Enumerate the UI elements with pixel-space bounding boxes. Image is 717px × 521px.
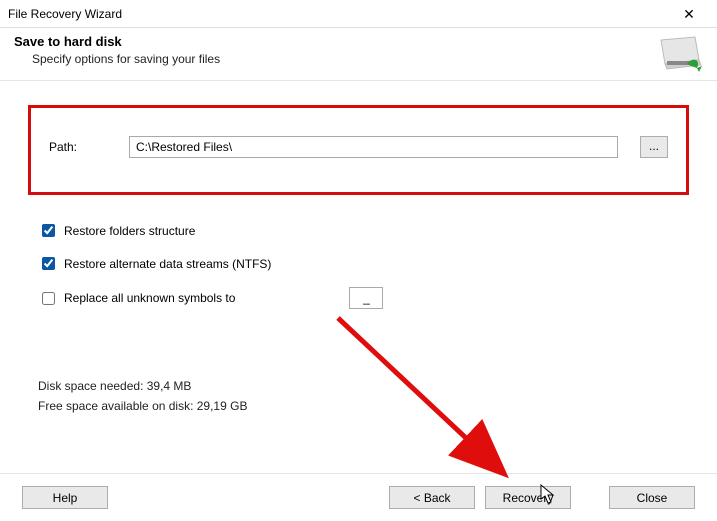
- restore-ads-label: Restore alternate data streams (NTFS): [64, 257, 271, 271]
- hdd-icon: [657, 34, 703, 75]
- recovery-button[interactable]: Recovery: [485, 486, 571, 509]
- page-title: Save to hard disk: [14, 34, 703, 49]
- path-highlight-box: Path: ...: [28, 105, 689, 195]
- path-label: Path:: [49, 140, 107, 154]
- options-group: Restore folders structure Restore altern…: [28, 195, 689, 331]
- path-input[interactable]: [129, 136, 618, 158]
- disk-space-needed: Disk space needed: 39,4 MB: [38, 379, 689, 393]
- close-icon[interactable]: ✕: [669, 1, 709, 27]
- disk-space-free: Free space available on disk: 29,19 GB: [38, 399, 689, 413]
- browse-button[interactable]: ...: [640, 136, 668, 158]
- restore-folders-row: Restore folders structure: [38, 221, 679, 240]
- replace-symbol-input[interactable]: [349, 287, 383, 309]
- close-button[interactable]: Close: [609, 486, 695, 509]
- titlebar: File Recovery Wizard ✕: [0, 0, 717, 28]
- restore-folders-label: Restore folders structure: [64, 224, 195, 238]
- footer-bar: Help < Back Recovery Close: [0, 473, 717, 521]
- restore-folders-checkbox[interactable]: [42, 224, 55, 237]
- help-button[interactable]: Help: [22, 486, 108, 509]
- restore-ads-row: Restore alternate data streams (NTFS): [38, 254, 679, 273]
- replace-symbols-label: Replace all unknown symbols to: [64, 291, 235, 305]
- window-title: File Recovery Wizard: [8, 7, 669, 21]
- content-area: Path: ... Restore folders structure Rest…: [0, 81, 717, 427]
- disk-info: Disk space needed: 39,4 MB Free space av…: [28, 379, 689, 413]
- wizard-header: Save to hard disk Specify options for sa…: [0, 28, 717, 81]
- replace-symbols-row: Replace all unknown symbols to: [38, 287, 679, 309]
- replace-symbols-checkbox[interactable]: [42, 292, 55, 305]
- page-subtitle: Specify options for saving your files: [32, 52, 703, 66]
- back-button[interactable]: < Back: [389, 486, 475, 509]
- restore-ads-checkbox[interactable]: [42, 257, 55, 270]
